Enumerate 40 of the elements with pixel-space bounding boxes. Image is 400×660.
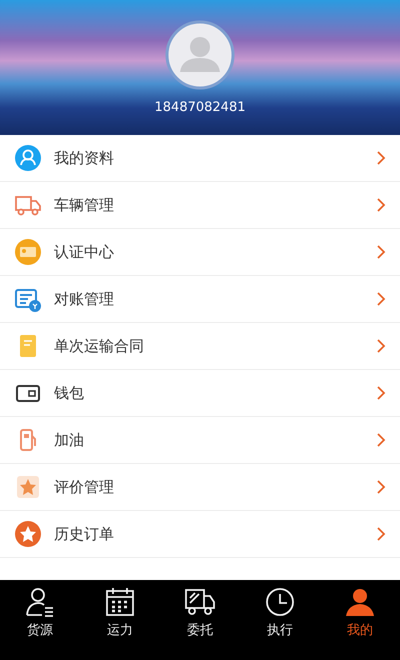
menu-item[interactable]: 评价管理	[0, 464, 400, 511]
menu-item[interactable]: 车辆管理	[0, 182, 400, 229]
menu-label: 车辆管理	[54, 196, 115, 214]
tab[interactable]: 运力	[80, 580, 160, 660]
tab[interactable]: 货源	[0, 580, 80, 660]
menu-item[interactable]: 历史订单	[0, 511, 400, 558]
menu-item[interactable]: 单次运输合同	[0, 323, 400, 370]
menu-label: 我的资料	[54, 148, 115, 168]
id-card-icon	[14, 238, 42, 266]
chevron-right-icon	[376, 385, 386, 401]
menu-label: 对账管理	[54, 290, 115, 308]
person-icon	[344, 586, 376, 618]
menu-label: 评价管理	[54, 478, 115, 496]
tab[interactable]: 委托	[160, 580, 240, 660]
menu-item[interactable]: 加油	[0, 417, 400, 464]
menu-item[interactable]: 对账管理	[0, 276, 400, 323]
menu-label: 钱包	[54, 384, 85, 402]
phone-number: 18487082481	[154, 100, 246, 115]
menu-item[interactable]: 认证中心	[0, 229, 400, 276]
chevron-right-icon	[376, 291, 386, 307]
clock-icon	[264, 586, 296, 618]
menu-item[interactable]: 钱包	[0, 370, 400, 417]
chevron-right-icon	[376, 432, 386, 448]
chevron-right-icon	[376, 338, 386, 354]
person-icon	[14, 144, 42, 172]
chevron-right-icon	[376, 197, 386, 213]
truck-icon	[184, 586, 216, 618]
chevron-right-icon	[376, 150, 386, 166]
chevron-right-icon	[376, 526, 386, 542]
chevron-right-icon	[376, 244, 386, 260]
avatar-icon[interactable]	[165, 20, 235, 90]
menu-label: 认证中心	[54, 242, 115, 262]
chevron-right-icon	[376, 479, 386, 495]
menu-item[interactable]: 我的资料	[0, 135, 400, 182]
menu-label: 单次运输合同	[54, 336, 145, 356]
tab[interactable]: 执行	[240, 580, 320, 660]
menu-label: 历史订单	[54, 524, 115, 544]
tab[interactable]: 我的	[320, 580, 400, 660]
menu-label: 加油	[54, 430, 85, 450]
person-list-icon	[24, 586, 56, 618]
